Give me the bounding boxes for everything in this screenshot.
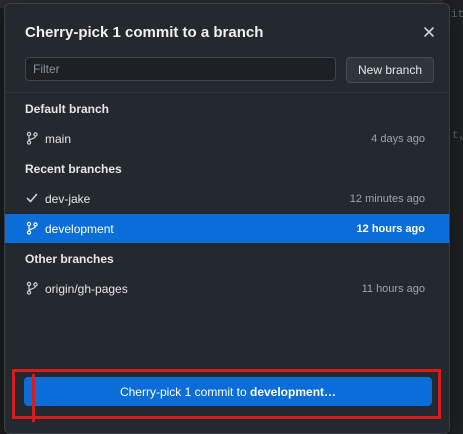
branch-name: origin/gh-pages: [45, 281, 128, 296]
branch-name: dev-jake: [45, 191, 91, 206]
branch-time: 12 hours ago: [356, 222, 425, 235]
branch-item-dev-jake[interactable]: dev-jake 12 minutes ago: [5, 184, 449, 213]
check-icon: [26, 193, 38, 203]
branch-item-origin-gh-pages[interactable]: origin/gh-pages 11 hours ago: [5, 274, 449, 303]
group-label-default: Default branch: [25, 102, 110, 116]
group-label-recent: Recent branches: [25, 162, 122, 176]
cherry-pick-button-prefix: Cherry-pick 1 commit to: [119, 384, 250, 399]
branch-icon: [26, 281, 38, 295]
branch-item-main[interactable]: main 4 days ago: [5, 124, 449, 153]
branch-time: 11 hours ago: [361, 282, 425, 295]
dialog-title: Cherry-pick 1 commit to a branch: [25, 24, 264, 41]
branch-name: main: [45, 131, 72, 146]
group-label-other: Other branches: [25, 252, 114, 266]
dialog-footer: Cherry-pick 1 commit to development…: [5, 356, 449, 433]
branch-name: development: [45, 221, 114, 236]
dialog-header: Cherry-pick 1 commit to a branch: [5, 4, 449, 56]
branch-item-development[interactable]: development 12 hours ago: [5, 214, 449, 243]
new-branch-button[interactable]: New branch: [346, 57, 434, 83]
branch-icon: [26, 221, 38, 235]
close-icon: [424, 27, 434, 37]
cherry-pick-dialog: Cherry-pick 1 commit to a branch New bra…: [4, 3, 450, 434]
filter-input[interactable]: [25, 57, 336, 81]
branch-time: 12 minutes ago: [349, 192, 425, 205]
cherry-pick-button[interactable]: Cherry-pick 1 commit to development…: [24, 377, 432, 406]
filter-row: New branch: [25, 57, 434, 83]
background-code-fragment: t,: [452, 130, 463, 142]
branch-icon: [26, 131, 38, 145]
cherry-pick-target-branch: development…: [250, 384, 337, 399]
background-code-fragment: ite: [451, 9, 463, 21]
divider: [5, 92, 449, 93]
close-button[interactable]: [418, 21, 440, 43]
branch-time: 4 days ago: [371, 132, 425, 145]
